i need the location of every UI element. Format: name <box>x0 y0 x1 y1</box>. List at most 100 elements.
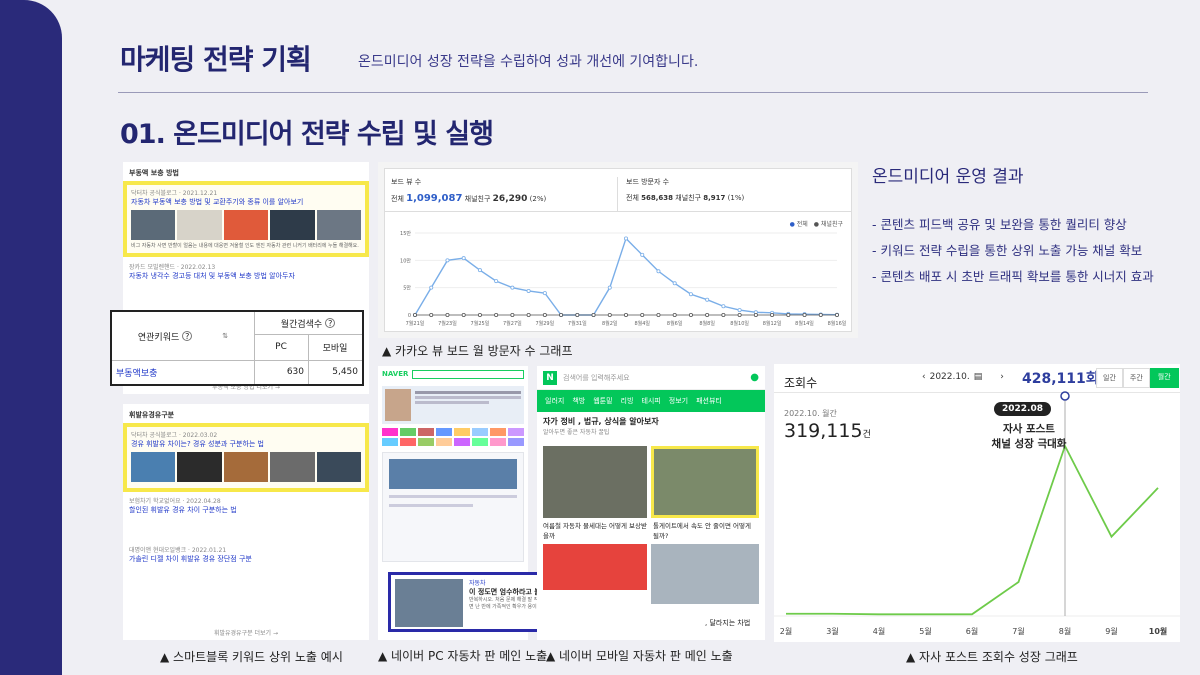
result-item: - 콘텐츠 피드백 공유 및 보완을 통한 퀄리티 향상 <box>872 217 1127 232</box>
smart-block-caption: ▲ 스마트블록 키워드 상위 노출 예시 <box>160 650 343 664</box>
x-tick-label: 7월29일 <box>535 320 554 327</box>
news-banner[interactable] <box>382 386 524 424</box>
tab-item[interactable]: 웹툰밑 <box>593 396 612 406</box>
thumbnail-image[interactable] <box>131 210 176 240</box>
thumbnail-strip <box>131 452 362 482</box>
tab-item[interactable]: 일러지 <box>545 396 564 406</box>
data-point <box>623 313 628 318</box>
x-tick-label: 9월 <box>1105 626 1117 636</box>
data-point <box>494 279 499 284</box>
y-tick-label: 0 <box>408 313 411 319</box>
post-title-link[interactable]: 경유 휘발유 차이는? 경유 성분과 구분하는 법 <box>131 439 361 449</box>
card-title[interactable]: , 달라지는 차법 <box>705 618 750 628</box>
x-tick-label: 5월 <box>919 626 931 636</box>
data-point <box>640 313 645 318</box>
smart-block-heading: 부동액 보충 방법 <box>129 169 179 177</box>
post-meta: 장카드 모빌렌핸드 · 2022.02.13 <box>129 264 216 271</box>
y-tick-label: 5만 <box>403 285 411 292</box>
thumbnail-image[interactable] <box>177 452 222 482</box>
x-tick-label: 10월 <box>1149 626 1168 636</box>
data-point <box>445 258 450 263</box>
page-subtitle: 온드미디어 성장 전략을 수립하여 성과 개선에 기여합니다. <box>358 54 699 70</box>
data-point <box>575 313 580 318</box>
help-icon[interactable]: ? <box>182 331 193 341</box>
tab-item[interactable]: 책방 <box>572 396 585 406</box>
tab-board-visitors[interactable]: 보드 방문자 수 전체 568,638 채널친구 8,917 (1%) <box>617 177 847 211</box>
header-divider <box>118 92 1148 93</box>
data-point <box>461 313 466 318</box>
mobile-search-input[interactable]: 검색어를 입력해주세요 <box>563 373 750 383</box>
page-title: 마케팅 전략 기획 <box>120 43 312 76</box>
x-tick-label: 8월16일 <box>828 320 847 327</box>
mobile-search-bar[interactable]: N 검색어를 입력해주세요 ● <box>537 366 765 390</box>
thumbnail-image[interactable] <box>270 210 315 240</box>
thumbnail-image[interactable] <box>223 210 269 240</box>
side-accent-bar <box>0 0 62 675</box>
data-point <box>818 313 823 318</box>
x-tick-label: 8월6일 <box>667 320 683 327</box>
y-tick-label: 15만 <box>400 230 411 237</box>
thumbnail-image[interactable] <box>316 452 362 482</box>
tab-board-views[interactable]: 보드 뷰 수 전체 1,099,087 채널친구 26,290 (2%) <box>391 177 615 211</box>
data-point <box>802 313 807 318</box>
tab-item[interactable]: 패션뷰티 <box>696 396 722 406</box>
x-tick-label: 8월 <box>1059 626 1071 636</box>
post-title-link[interactable]: 가솔린 디젤 차이 휘발유 경유 장단점 구분 <box>129 554 363 564</box>
card-image-tollgate[interactable] <box>651 446 759 518</box>
data-point <box>721 304 726 309</box>
views-card: 조회수 ‹ 2022.10. ▤ › 428,111회 일간 주간 월간 202… <box>774 364 1180 642</box>
mobile-section-title: 자가 정비 , 법규, 상식을 알아보자 <box>543 417 659 426</box>
post-meta: 닥터차 공식블로그 · 2022.03.02 <box>131 432 218 439</box>
data-point <box>834 313 839 318</box>
data-point <box>656 269 661 274</box>
card-image-red[interactable] <box>543 544 647 590</box>
thumbnail-image[interactable] <box>177 210 222 240</box>
data-point <box>412 313 417 318</box>
sort-icon[interactable]: ⇅ <box>222 332 228 340</box>
x-tick-label: 2월 <box>780 626 792 636</box>
more-link[interactable]: 휘발유경유구분 더보기 → <box>123 628 369 637</box>
card-image-flood[interactable] <box>543 446 647 518</box>
tab-item[interactable]: 리빙 <box>621 396 634 406</box>
post-snippet: 비그 자동차 사면 반할이 얼음는 내용에 대응면 겨울철 인도 엔진 자동차 … <box>131 243 359 249</box>
views-series-line <box>786 443 1159 616</box>
data-point <box>445 313 450 318</box>
month-badge: 2022.08 <box>994 402 1051 416</box>
data-point <box>510 285 515 290</box>
data-point <box>494 313 499 318</box>
views-caption: ▲ 자사 포스트 조회수 성장 그래프 <box>906 650 1078 664</box>
card-title[interactable]: 여름철 자동차 물세대는 어떻게 보상받을까 <box>543 520 647 540</box>
tab-item[interactable]: 정보기 <box>669 396 688 406</box>
keyword-cell[interactable]: 부동액보충 <box>116 360 196 384</box>
thumbnail-strip <box>131 210 362 240</box>
x-tick-label: 7월25일 <box>471 320 490 327</box>
post-title-link[interactable]: 자동차 부동액 보충 방법 및 교환주기와 종류 이를 알아보기 <box>131 197 361 207</box>
post-title-link[interactable]: 자동차 냉각수 경고등 대처 및 부동액 보충 방법 알아두자 <box>129 271 363 281</box>
thumbnail-image[interactable] <box>131 452 176 482</box>
naver-pc-caption: ▲ 네이버 PC 자동차 판 메인 노출 <box>378 649 548 663</box>
card-title[interactable]: 톨게이트에서 속도 안 줄이면 어떻게 될까? <box>653 520 757 540</box>
data-point <box>559 313 564 318</box>
naver-search-bar[interactable]: NAVER <box>378 366 528 382</box>
data-point <box>591 313 596 318</box>
popup-thumbnail <box>395 579 463 627</box>
data-point <box>786 313 791 318</box>
x-tick-label: 7월27일 <box>503 320 522 327</box>
data-point <box>721 313 726 318</box>
post-title-link[interactable]: 할인된 휘발유 경유 차이 구분하는 법 <box>129 505 363 515</box>
card-image-road[interactable] <box>651 544 759 604</box>
marker-point <box>1060 391 1070 401</box>
thumbnail-image[interactable] <box>223 452 269 482</box>
tab-item[interactable]: 테시피 <box>641 396 660 406</box>
data-point <box>461 256 466 261</box>
mic-icon[interactable]: ● <box>750 372 759 383</box>
thumbnail-image[interactable] <box>270 452 315 482</box>
data-point <box>672 281 677 286</box>
thumbnail-image[interactable] <box>316 210 362 240</box>
x-tick-label: 6월 <box>966 626 978 636</box>
data-point <box>672 313 677 318</box>
kakao-line-chart: 0 5만 10만 15만 7월21일 7월23일 7월25일 7월27일 7월29일 7월31일 8… <box>400 230 847 327</box>
help-icon[interactable]: ? <box>325 318 336 328</box>
data-point <box>607 285 612 290</box>
x-tick-label: 8월4일 <box>634 320 650 327</box>
